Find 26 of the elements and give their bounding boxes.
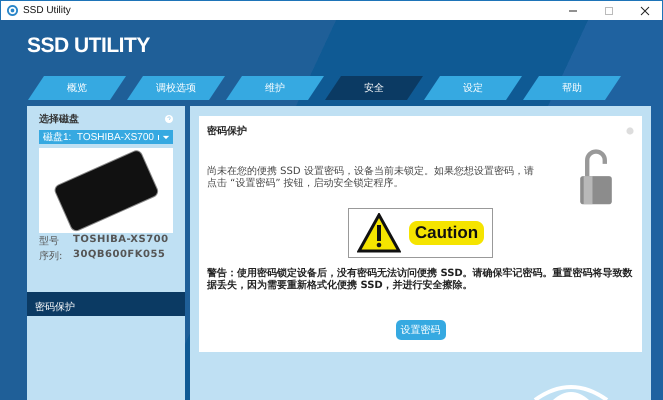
info-label: 序列:	[39, 250, 64, 263]
nav-tab[interactable]: 调校选项	[127, 76, 225, 100]
description-text: 尚未在您的便携 SSD 设置密码，设备当前未锁定。如果您想设置密码，请点击 “设置密码” 按钮，启动安全锁定程序。	[207, 166, 535, 190]
nav-tab[interactable]: 安全	[325, 76, 423, 100]
help-icon[interactable]	[165, 115, 173, 123]
info-value: TOSHIBA-XS700	[73, 234, 169, 247]
nav-tab[interactable]: 设定	[424, 76, 522, 100]
app-icon	[7, 5, 18, 16]
sidebar-heading: 选择磁盘	[39, 112, 79, 126]
warning-icon	[356, 213, 401, 253]
app-logo: SSD UTILITY	[26, 33, 151, 59]
drive-dropdown[interactable]: 磁盘1: TOSHIBA-XS700	[39, 130, 173, 144]
info-value: 30QB600FK055	[73, 249, 166, 262]
nav-tab[interactable]: 维护	[226, 76, 324, 100]
maximize-icon[interactable]	[604, 6, 614, 16]
set-password-button[interactable]: 设置密码	[396, 320, 446, 340]
window-title: SSD Utility	[23, 5, 71, 16]
nav-tab[interactable]: 帮助	[523, 76, 621, 100]
caution-label: Caution	[408, 221, 484, 245]
padlock-icon	[578, 148, 614, 206]
nav-tab[interactable]: 概览	[28, 76, 126, 100]
info-label: 型号	[39, 234, 60, 248]
close-icon[interactable]	[640, 6, 650, 16]
warning-text: 警告：使用密码锁定设备后，没有密码无法访问便携 SSD。请确保牢记密码。重置密码将导致数据丢失，因为需要重新格式化便携 SSD，并进行安全擦除。	[207, 268, 634, 292]
help-icon[interactable]	[626, 127, 634, 135]
section-title: 密码保护	[207, 124, 247, 138]
